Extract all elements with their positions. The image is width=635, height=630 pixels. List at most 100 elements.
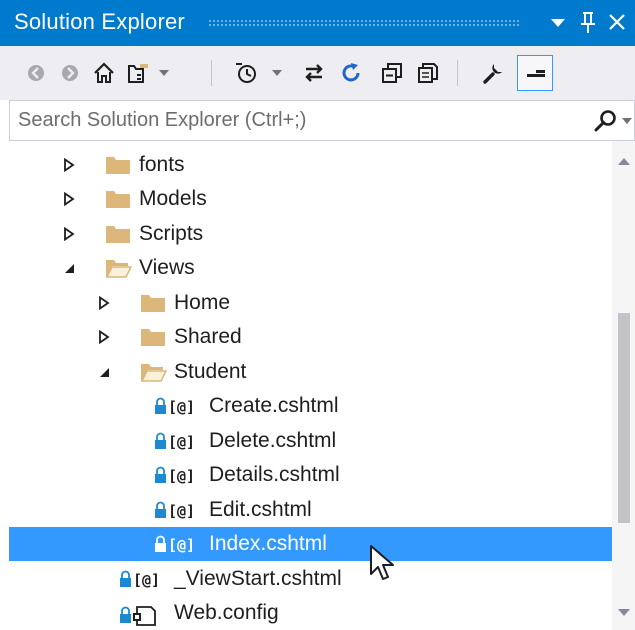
tree-item-label: Edit.cshtml xyxy=(209,498,312,521)
forward-icon xyxy=(62,65,78,81)
tree-item-label: Models xyxy=(139,187,207,210)
search-options-dropdown-icon[interactable] xyxy=(622,117,632,125)
tree-item-scripts[interactable]: Scripts xyxy=(9,217,612,251)
pending-changes-dropdown[interactable] xyxy=(268,55,286,91)
locked-razor-file-icon: [@] xyxy=(154,430,206,452)
expand-arrow-icon[interactable] xyxy=(97,296,111,310)
mouse-pointer-icon xyxy=(370,545,394,580)
vertical-scrollbar[interactable] xyxy=(612,141,635,630)
tree-item-label: Delete.cshtml xyxy=(209,429,337,452)
properties-button[interactable] xyxy=(475,55,511,91)
collapse-all-button[interactable] xyxy=(374,55,410,91)
tree-item-shared[interactable]: Shared xyxy=(9,320,612,354)
tree-item-delete-cshtml[interactable]: [@] Delete.cshtml xyxy=(9,424,612,458)
tree-item-label: Web.config xyxy=(174,601,279,624)
svg-text:[@]: [@] xyxy=(168,467,195,485)
tree-item-views[interactable]: Views xyxy=(9,251,612,285)
tree-item-models[interactable]: Models xyxy=(9,182,612,216)
tree-item-label: Create.cshtml xyxy=(209,394,339,417)
folder-icon xyxy=(104,223,132,245)
tree-item-web-config[interactable]: Web.config xyxy=(9,596,612,630)
toolbar-separator xyxy=(211,60,212,86)
tree-item-label: Scripts xyxy=(139,222,204,245)
solution-tree: fonts Models Scripts Views Home Shared S… xyxy=(9,141,635,630)
window-title: Solution Explorer xyxy=(14,9,185,34)
collapse-arrow-icon[interactable] xyxy=(62,261,76,275)
sync-with-active-document-button[interactable] xyxy=(296,55,332,91)
back-icon xyxy=(28,65,44,81)
locked-razor-file-icon: [@] xyxy=(154,499,206,521)
tree-item-fonts[interactable]: fonts xyxy=(9,148,612,182)
pending-changes-filter-button[interactable] xyxy=(228,55,264,91)
tree-item-label: _ViewStart.cshtml xyxy=(174,567,342,590)
tree-item-label: fonts xyxy=(139,153,185,176)
search-input[interactable] xyxy=(18,107,558,133)
folder-icon xyxy=(104,188,132,210)
tree-item-label: Index.cshtml xyxy=(209,532,327,555)
preview-icon xyxy=(527,70,545,77)
toolbar-separator xyxy=(457,60,458,86)
tree-item-edit-cshtml[interactable]: [@] Edit.cshtml xyxy=(9,493,612,527)
folder-icon xyxy=(104,154,132,176)
svg-text:[@]: [@] xyxy=(133,571,160,589)
switch-views-icon xyxy=(128,64,148,83)
refresh-icon xyxy=(342,63,360,82)
locked-razor-file-icon: [@] xyxy=(154,464,206,486)
home-icon xyxy=(94,62,114,83)
close-icon xyxy=(609,14,625,30)
locked-razor-file-icon: [@] xyxy=(119,568,171,590)
expand-arrow-icon[interactable] xyxy=(97,330,111,344)
preview-selected-items-button[interactable] xyxy=(517,55,553,91)
scrollbar-thumb[interactable] xyxy=(618,313,630,523)
folder-icon xyxy=(139,326,167,348)
open-folder-icon xyxy=(139,361,167,383)
tree-item-student[interactable]: Student xyxy=(9,355,612,389)
clock-filter-icon xyxy=(236,63,256,83)
expand-arrow-icon[interactable] xyxy=(62,192,76,206)
dropdown-arrow-icon xyxy=(551,19,565,27)
show-all-files-icon xyxy=(418,63,438,83)
tree-item-index-cshtml[interactable]: [@] Index.cshtml xyxy=(9,527,612,561)
refresh-button[interactable] xyxy=(334,55,370,91)
title-bar: Solution Explorer xyxy=(0,0,635,46)
pin-button[interactable] xyxy=(578,6,598,38)
tree-item-viewstart-cshtml[interactable]: [@] _ViewStart.cshtml xyxy=(9,562,612,596)
toolbar xyxy=(0,46,635,100)
chevron-down-icon xyxy=(272,70,282,76)
scroll-down-arrow-icon[interactable] xyxy=(618,609,630,617)
svg-text:[@]: [@] xyxy=(168,433,195,451)
locked-config-file-icon xyxy=(119,602,171,626)
switch-views-dropdown[interactable] xyxy=(155,55,173,91)
chevron-down-icon xyxy=(159,70,169,76)
tree-item-details-cshtml[interactable]: [@] Details.cshtml xyxy=(9,458,612,492)
back-button[interactable] xyxy=(18,55,54,91)
svg-text:[@]: [@] xyxy=(168,536,195,554)
forward-button[interactable] xyxy=(52,55,88,91)
tree-item-home[interactable]: Home xyxy=(9,286,612,320)
tree-item-label: Student xyxy=(174,360,247,383)
tree-item-label: Views xyxy=(139,256,195,279)
scroll-up-arrow-icon[interactable] xyxy=(618,157,630,165)
search-icon[interactable] xyxy=(592,108,618,134)
wrench-icon xyxy=(483,64,502,84)
home-button[interactable] xyxy=(86,55,122,91)
search-box xyxy=(9,100,635,141)
svg-text:[@]: [@] xyxy=(168,502,195,520)
collapse-arrow-icon[interactable] xyxy=(97,365,111,379)
svg-text:[@]: [@] xyxy=(168,398,195,416)
close-button[interactable] xyxy=(606,6,628,38)
switch-views-button[interactable] xyxy=(120,55,156,91)
tree-item-label: Details.cshtml xyxy=(209,463,340,486)
locked-razor-file-icon: [@] xyxy=(154,533,206,555)
collapse-all-icon xyxy=(382,63,402,83)
expand-arrow-icon[interactable] xyxy=(62,227,76,241)
show-all-files-button[interactable] xyxy=(410,55,446,91)
solution-explorer-window: Solution Explorer Search Solution Explor… xyxy=(0,0,635,630)
tree-item-create-cshtml[interactable]: [@] Create.cshtml xyxy=(9,389,612,423)
expand-arrow-icon[interactable] xyxy=(62,158,76,172)
folder-icon xyxy=(139,292,167,314)
tree-item-label: Shared xyxy=(174,325,242,348)
title-bar-grip xyxy=(208,19,520,28)
open-folder-icon xyxy=(104,257,132,279)
window-menu-button[interactable] xyxy=(548,6,568,38)
